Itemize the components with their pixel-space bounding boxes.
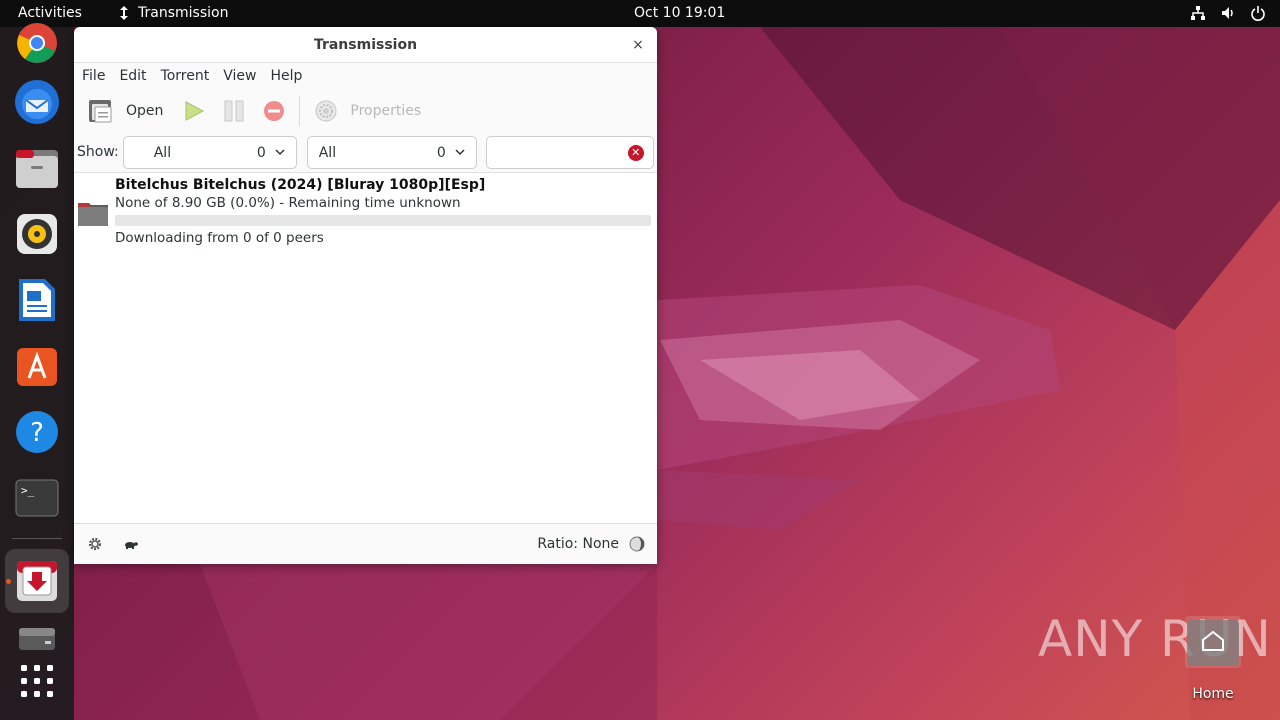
system-tray[interactable] [1190,5,1266,21]
ratio-icon[interactable] [629,536,645,552]
menu-torrent[interactable]: Torrent [161,68,210,84]
chevron-down-icon [275,148,285,155]
menu-help[interactable]: Help [270,68,302,84]
torrent-status: None of 8.90 GB (0.0%) - Remaining time … [115,195,461,211]
search-input[interactable]: ✕ [485,135,654,169]
turtle-icon[interactable] [123,536,139,552]
torrent-list: Bitelchus Bitelchus (2024) [Bluray 1080p… [74,172,657,523]
show-label: Show: [77,144,119,160]
properties-button-label: Properties [350,103,422,119]
preferences-gear-icon[interactable] [87,536,103,552]
app-name: Transmission [138,5,229,21]
filter-bar: Show: All 0 All 0 ✕ [74,133,657,171]
app-center-icon[interactable] [13,342,61,390]
terminal-icon[interactable]: >_ [13,474,61,522]
app-menu[interactable]: Transmission [118,5,228,21]
menu-edit[interactable]: Edit [119,68,146,84]
remove-button[interactable] [259,95,289,127]
transmission-window: Transmission × File Edit Torrent View He… [74,27,657,564]
tracker-filter-value: All [318,144,337,161]
ratio-label[interactable]: Ratio: None [537,536,619,552]
toolbar-separator [299,96,301,126]
rhythmbox-icon[interactable] [13,210,61,258]
app-grid-icon[interactable] [13,657,61,705]
home-desktop-icon[interactable]: Home [1180,616,1246,702]
status-bar: Ratio: None [74,523,657,564]
menu-file[interactable]: File [82,68,105,84]
window-titlebar[interactable]: Transmission × [74,27,657,63]
gear-icon [315,100,337,122]
transmission-small-icon [120,6,128,20]
activity-filter-combo[interactable]: All 0 [122,135,297,169]
toolbar: Open Properties [74,89,657,133]
folder-icon [78,203,108,226]
thunderbird-icon[interactable] [13,78,61,126]
torrent-name: Bitelchus Bitelchus (2024) [Bluray 1080p… [115,177,486,193]
chrome-icon[interactable] [13,19,61,67]
tracker-filter-combo[interactable]: All 0 [306,135,477,169]
chevron-down-icon [455,148,465,155]
pause-icon [224,100,244,122]
start-button[interactable] [179,95,209,127]
drive-icon[interactable] [13,615,61,663]
activity-filter-value: All [153,144,172,161]
home-label: Home [1192,686,1234,702]
tracker-filter-count: 0 [436,144,446,161]
clock[interactable]: Oct 10 19:01 [634,5,725,21]
torrent-peers: Downloading from 0 of 0 peers [115,230,324,246]
properties-button[interactable]: Properties [310,95,425,127]
running-indicator [6,579,11,584]
clear-search-icon[interactable]: ✕ [627,144,644,161]
volume-icon [1222,7,1233,19]
libreoffice-writer-icon[interactable] [13,276,61,324]
help-icon[interactable]: ? [13,408,61,456]
pause-button[interactable] [219,95,249,127]
network-icon [1191,6,1205,20]
open-button-label: Open [126,103,164,119]
files-icon[interactable] [13,144,61,192]
menu-bar: File Edit Torrent View Help [74,63,657,89]
torrent-row[interactable]: Bitelchus Bitelchus (2024) [Bluray 1080p… [74,173,657,253]
svg-text:>_: >_ [21,484,35,497]
play-icon [185,101,205,121]
svg-text:?: ? [30,418,44,448]
home-folder-icon [1185,616,1241,668]
open-button[interactable]: Open [84,95,167,127]
window-title: Transmission [313,36,418,53]
top-bar: Activities Transmission Oct 10 19:01 [0,0,1280,27]
menu-view[interactable]: View [223,68,256,84]
activity-filter-count: 0 [256,144,266,161]
open-file-icon [89,100,112,123]
transmission-icon[interactable] [13,557,61,605]
remove-icon [264,101,285,121]
torrent-progress-bar [115,215,651,226]
dock: ? >_ [0,23,74,720]
close-button[interactable]: × [629,36,647,54]
dock-separator [12,538,62,539]
power-icon [1251,6,1265,21]
